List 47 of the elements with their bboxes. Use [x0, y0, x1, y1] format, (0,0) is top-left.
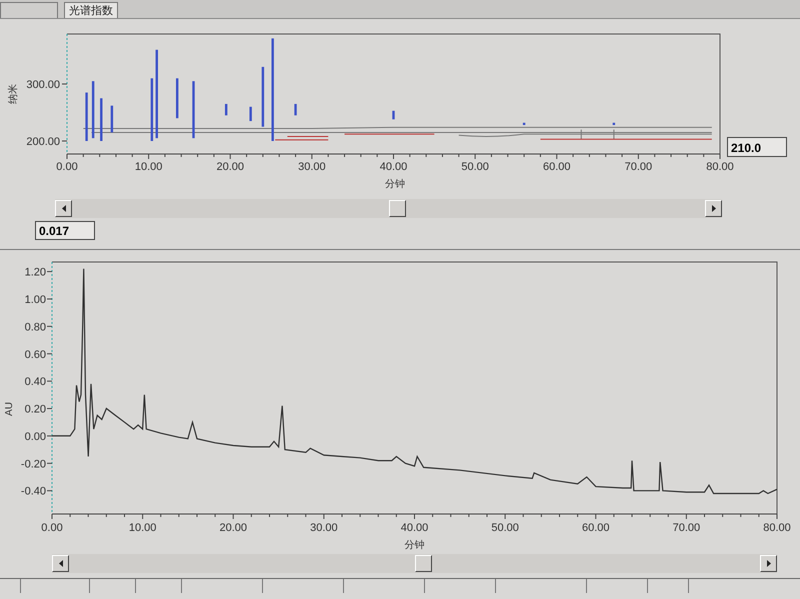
tick-label: 30.00 — [310, 522, 338, 534]
scroll-thumb[interactable] — [388, 200, 406, 217]
tick-label: 40.00 — [400, 522, 428, 534]
tick-label: -0.20 — [20, 458, 46, 470]
tick-label: 200.00 — [26, 136, 60, 148]
scroll-right-button[interactable] — [705, 200, 722, 217]
left-arrow-icon — [58, 560, 62, 567]
tick-label: 1.00 — [24, 294, 46, 306]
tab[interactable]: 光谱指数 — [64, 2, 118, 18]
scroll-thumb[interactable] — [414, 555, 432, 572]
tick-label: 0.60 — [24, 348, 46, 361]
tick-label: 60.00 — [582, 522, 610, 534]
left-arrow-icon — [62, 205, 66, 212]
tick-label: 20.00 — [219, 522, 248, 534]
axis-label: 分钟 — [385, 179, 405, 190]
tick-label: 0.80 — [24, 321, 46, 334]
right-arrow-icon — [766, 560, 770, 567]
tick-label: 40.00 — [380, 161, 408, 173]
tick-label: -0.40 — [20, 486, 46, 498]
axis-label: AU — [4, 402, 15, 416]
axis-label: 分钟 — [404, 540, 424, 551]
scroll-left-button[interactable] — [55, 200, 72, 217]
tick-label: 50.00 — [491, 522, 519, 534]
tick-label: 80.00 — [763, 522, 791, 534]
tick-label: 0.20 — [24, 404, 46, 416]
tick-label: 70.00 — [624, 161, 652, 173]
tick-label: 0.40 — [24, 376, 46, 388]
tick-label: 80.00 — [706, 161, 734, 173]
scroll-right-button[interactable] — [760, 555, 777, 572]
tick-label: 70.00 — [672, 522, 700, 534]
axis-label: 纳米 — [8, 84, 19, 104]
tick-label: 1.20 — [24, 266, 46, 279]
right-arrow-icon — [712, 205, 716, 212]
tick-label: 10.00 — [134, 161, 162, 173]
tick-label: 300.00 — [26, 79, 60, 91]
scroll-left-button[interactable] — [52, 555, 69, 572]
tick-label: 10.00 — [128, 522, 156, 534]
tick-label: 30.00 — [298, 161, 326, 173]
tick-label: 60.00 — [542, 161, 571, 173]
tick-label: 0.00 — [41, 522, 63, 534]
wavelength-field[interactable]: 210.0 — [727, 137, 787, 157]
absorbance-field[interactable]: 0.017 — [35, 221, 95, 240]
tick-label: 20.00 — [216, 161, 244, 173]
tick-label: 0.00 — [56, 161, 78, 173]
tick-label: 0.00 — [24, 430, 46, 443]
tick-label: 50.00 — [461, 161, 489, 173]
tab[interactable] — [0, 2, 58, 18]
